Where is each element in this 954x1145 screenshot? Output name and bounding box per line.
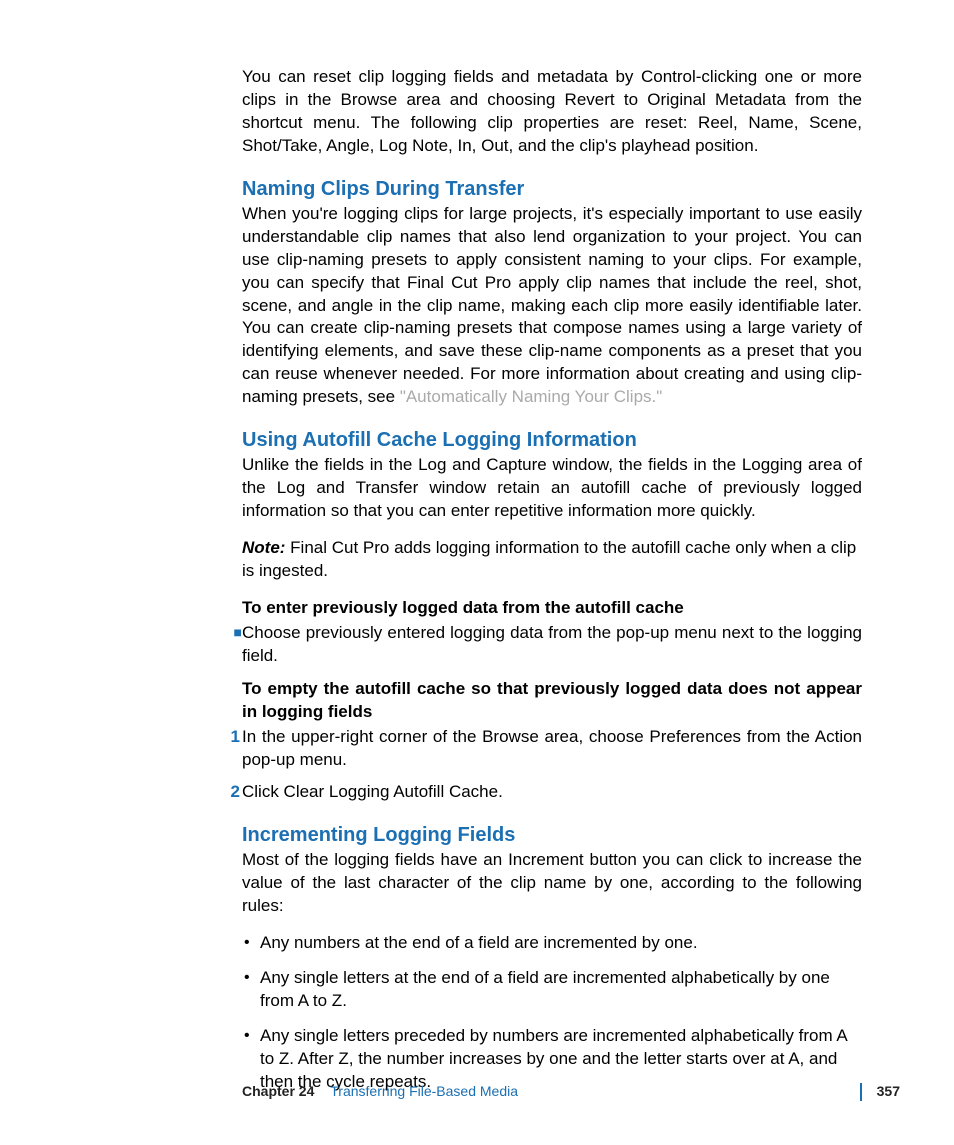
step-2: 2 Click Clear Logging Autofill Cache. (242, 781, 862, 804)
incrementing-body: Most of the logging fields have an Incre… (242, 849, 862, 918)
heading-autofill: Using Autofill Cache Logging Information (242, 429, 862, 452)
intro-paragraph: You can reset clip logging fields and me… (242, 66, 862, 158)
auto-naming-link[interactable]: "Automatically Naming Your Clips." (400, 387, 662, 406)
rule-letters-text: Any single letters at the end of a field… (260, 968, 830, 1010)
subhead-enter-autofill: To enter previously logged data from the… (242, 597, 862, 620)
autofill-body: Unlike the fields in the Log and Capture… (242, 454, 862, 523)
bullet-dot-icon: • (244, 1025, 250, 1047)
chapter-label: Chapter 24 (242, 1083, 314, 1099)
subhead-empty-autofill: To empty the autofill cache so that prev… (242, 678, 862, 724)
bullet-dot-icon: • (244, 967, 250, 989)
footer-inner: Chapter 24 Transferring File-Based Media… (242, 1083, 862, 1101)
heading-incrementing: Incrementing Logging Fields (242, 824, 862, 847)
rule-numbers: • Any numbers at the end of a field are … (242, 932, 862, 955)
page-content: You can reset clip logging fields and me… (0, 0, 954, 1094)
bullet-choose-logging: ■ Choose previously entered logging data… (242, 622, 862, 668)
naming-clips-body: When you're logging clips for large proj… (242, 203, 862, 409)
heading-naming-clips: Naming Clips During Transfer (242, 178, 862, 201)
step-2-text: Click Clear Logging Autofill Cache. (242, 782, 503, 801)
rule-numbers-text: Any numbers at the end of a field are in… (260, 933, 698, 952)
step-1-text: In the upper-right corner of the Browse … (242, 727, 862, 769)
note-label: Note: (242, 538, 285, 557)
increment-rules-list: • Any numbers at the end of a field are … (242, 932, 862, 1094)
bullet-choose-logging-text: Choose previously entered logging data f… (242, 623, 862, 665)
step-number-1: 1 (222, 726, 240, 749)
note-text: Final Cut Pro adds logging information t… (242, 538, 856, 580)
note-block: Note: Final Cut Pro adds logging informa… (242, 537, 862, 583)
square-bullet-icon: ■ (224, 623, 242, 642)
rule-letters: • Any single letters at the end of a fie… (242, 967, 862, 1013)
naming-clips-text: When you're logging clips for large proj… (242, 204, 862, 407)
step-number-2: 2 (222, 781, 240, 804)
page-number: 357 (877, 1083, 900, 1099)
step-1: 1 In the upper-right corner of the Brows… (242, 726, 862, 772)
chapter-title: Transferring File-Based Media (330, 1083, 518, 1099)
rule-letters-numbers-text: Any single letters preceded by numbers a… (260, 1026, 847, 1091)
page-footer: Chapter 24 Transferring File-Based Media… (0, 1083, 954, 1101)
bullet-dot-icon: • (244, 932, 250, 954)
